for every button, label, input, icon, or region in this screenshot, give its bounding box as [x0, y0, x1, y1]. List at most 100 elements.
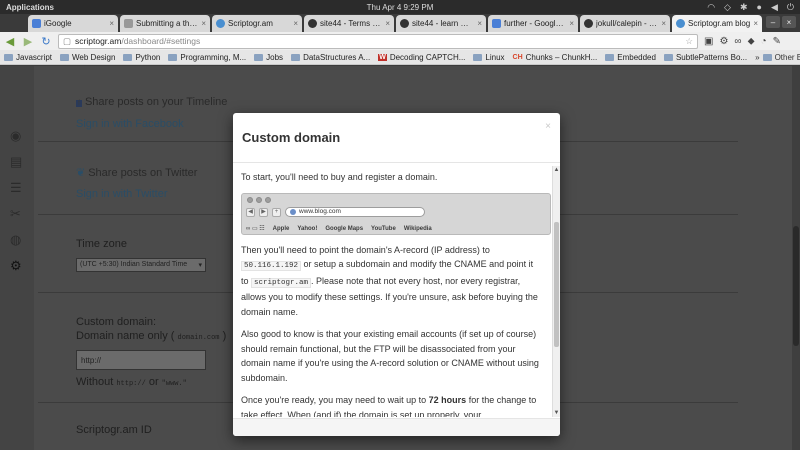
- tools-icon[interactable]: ✂: [10, 206, 24, 221]
- tab-label: iGoogle: [44, 19, 72, 28]
- browser-tab[interactable]: site44 - learn more ×: [396, 15, 486, 32]
- cname-target: scriptogr.am: [251, 277, 312, 288]
- close-tab-icon[interactable]: ×: [109, 19, 114, 28]
- bookmark-link[interactable]: CH Chunks – ChunkH...: [513, 53, 598, 62]
- cursor-icon[interactable]: ⬥: [748, 36, 755, 47]
- close-icon[interactable]: ×: [545, 121, 551, 132]
- bookmark-folder[interactable]: DataStructures A...: [291, 53, 370, 62]
- document-icon[interactable]: ▤: [10, 154, 24, 169]
- favicon-icon: [308, 19, 317, 28]
- example-bookmark: Apple: [272, 225, 290, 232]
- applications-menu[interactable]: Applications: [6, 3, 54, 12]
- bookmark-link[interactable]: W Decoding CAPTCH...: [378, 53, 465, 62]
- tab-label: site44 - learn more: [412, 19, 475, 28]
- folder-icon: [4, 53, 13, 61]
- example-toolbar: ◀ ▶ + www.blog.com: [246, 207, 548, 218]
- close-tab-icon[interactable]: ×: [385, 19, 390, 28]
- browser-tab[interactable]: site44 - Terms of U ×: [304, 15, 394, 32]
- dropbox-icon[interactable]: ◇: [724, 2, 731, 13]
- domain-hint: Domain name only ( domain.com ): [76, 330, 226, 342]
- system-clock[interactable]: Thu Apr 4 9:29 PM: [367, 3, 434, 12]
- browser-tab-active[interactable]: Scriptogr.am blog ×: [672, 15, 762, 32]
- settings-gear-icon[interactable]: ⚙: [719, 36, 728, 47]
- timezone-label: Time zone: [76, 238, 127, 250]
- bookmark-label: DataStructures A...: [303, 52, 371, 62]
- close-tab-icon[interactable]: ×: [753, 19, 758, 28]
- folder-icon: [254, 53, 264, 61]
- close-tab-icon[interactable]: ×: [293, 19, 298, 28]
- bookmark-folder[interactable]: SubtlePatterns Bo...: [663, 53, 747, 62]
- domain-hint-text: Domain name only (: [76, 330, 175, 342]
- close-tab-icon[interactable]: ×: [661, 19, 666, 28]
- close-tab-icon[interactable]: ×: [201, 19, 206, 28]
- bookmark-folder[interactable]: Web Design: [60, 53, 115, 62]
- bookmark-folder[interactable]: Embedded: [605, 53, 656, 62]
- modal-header: Custom domain ×: [233, 113, 560, 163]
- browser-toolbar: ◀ ▶ ↻ ▢ scriptogr.am/dashboard/#settings…: [0, 32, 800, 50]
- modal-body: To start, you'll need to buy and registe…: [233, 164, 551, 417]
- domain-hint-close: ): [222, 330, 227, 342]
- custom-domain-input[interactable]: http://: [76, 350, 206, 370]
- browser-tab[interactable]: further - Google Se ×: [488, 15, 578, 32]
- clock-icon[interactable]: ◔: [761, 36, 767, 47]
- dns-text-a: Then you'll need to point the domain's A…: [241, 244, 490, 255]
- bookmark-folder[interactable]: Javascript: [4, 53, 52, 62]
- settings-gear-icon[interactable]: ⚙: [10, 258, 24, 273]
- scroll-down-icon[interactable]: ▼: [553, 409, 560, 417]
- forward-icon: ▶: [259, 207, 268, 217]
- modal-scrollbar[interactable]: ▲ ▼: [552, 166, 560, 417]
- wifi-icon[interactable]: ◠: [707, 2, 715, 13]
- close-window-icon[interactable]: ×: [782, 16, 796, 28]
- modal-scroll-thumb[interactable]: [554, 222, 559, 347]
- address-bar[interactable]: ▢ scriptogr.am/dashboard/#settings ☆: [58, 33, 698, 49]
- browser-tab[interactable]: jokull/calepin - Git ×: [580, 15, 670, 32]
- bookmark-star-icon[interactable]: ☆: [685, 36, 693, 47]
- scroll-up-icon[interactable]: ▲: [553, 166, 560, 174]
- favicon-icon: [32, 19, 41, 28]
- example-bookmark: Yahoo!: [297, 225, 318, 232]
- favicon-icon: [676, 19, 685, 28]
- close-tab-icon[interactable]: ×: [569, 19, 574, 28]
- page-scrollbar[interactable]: [792, 66, 800, 450]
- bookmark-folder[interactable]: Programming, M...: [168, 53, 246, 62]
- browser-tab[interactable]: iGoogle ×: [28, 15, 118, 32]
- favicon-icon: [124, 19, 133, 28]
- bookmark-folder[interactable]: Python: [123, 53, 160, 62]
- bookmarks-bar: Javascript Web Design Python Programming…: [0, 50, 800, 65]
- forward-arrow-icon[interactable]: ▶: [22, 35, 34, 48]
- bookmark-label: Programming, M...: [180, 52, 247, 62]
- glasses-icon[interactable]: ∞: [734, 36, 741, 47]
- other-bookmarks[interactable]: » Other Bookmarks: [755, 53, 800, 62]
- browser-tab[interactable]: Scriptogr.am ×: [212, 15, 302, 32]
- bookmark-folder[interactable]: Jobs: [254, 53, 283, 62]
- extension-icons: ▣ ⚙ ∞ ⬥ ◔ ✎: [704, 36, 781, 47]
- facebook-sign-in-link[interactable]: Sign in with Facebook: [76, 118, 184, 130]
- folder-icon: [60, 53, 70, 61]
- minimize-icon[interactable]: –: [766, 16, 780, 28]
- volume-icon[interactable]: ◀: [771, 2, 778, 13]
- page-scroll-thumb[interactable]: [793, 226, 799, 346]
- browser-tab[interactable]: Submitting a theme ×: [120, 15, 210, 32]
- bluetooth-icon[interactable]: ✱: [740, 2, 748, 13]
- globe-icon: [290, 209, 296, 215]
- share-twitter-text: Share posts on Twitter: [88, 167, 198, 179]
- home-icon[interactable]: ◉: [10, 128, 24, 143]
- chat-icon[interactable]: ◍: [10, 232, 24, 247]
- list-icon[interactable]: ☰: [10, 180, 24, 195]
- system-tray: ◠ ◇ ✱ ● ◀ ⏻: [707, 2, 794, 13]
- power-icon[interactable]: ⏻: [787, 2, 794, 13]
- modal-title: Custom domain: [242, 130, 341, 145]
- wrench-icon[interactable]: ✎: [773, 36, 781, 47]
- user-icon[interactable]: ●: [757, 2, 762, 13]
- reload-icon[interactable]: ↻: [40, 35, 52, 48]
- without-text: Without: [76, 376, 114, 388]
- close-tab-icon[interactable]: ×: [477, 19, 482, 28]
- folder-icon: [663, 53, 673, 61]
- folder-icon: [123, 53, 133, 61]
- twitter-sign-in-link[interactable]: Sign in with Twitter: [76, 188, 168, 200]
- extension-icon[interactable]: ▣: [704, 36, 713, 47]
- folder-icon: [605, 53, 615, 61]
- bookmark-folder[interactable]: Linux: [473, 53, 505, 62]
- back-arrow-icon[interactable]: ◀: [4, 35, 16, 48]
- timezone-select[interactable]: (UTC +5:30) Indian Standard Time ▾: [76, 258, 206, 272]
